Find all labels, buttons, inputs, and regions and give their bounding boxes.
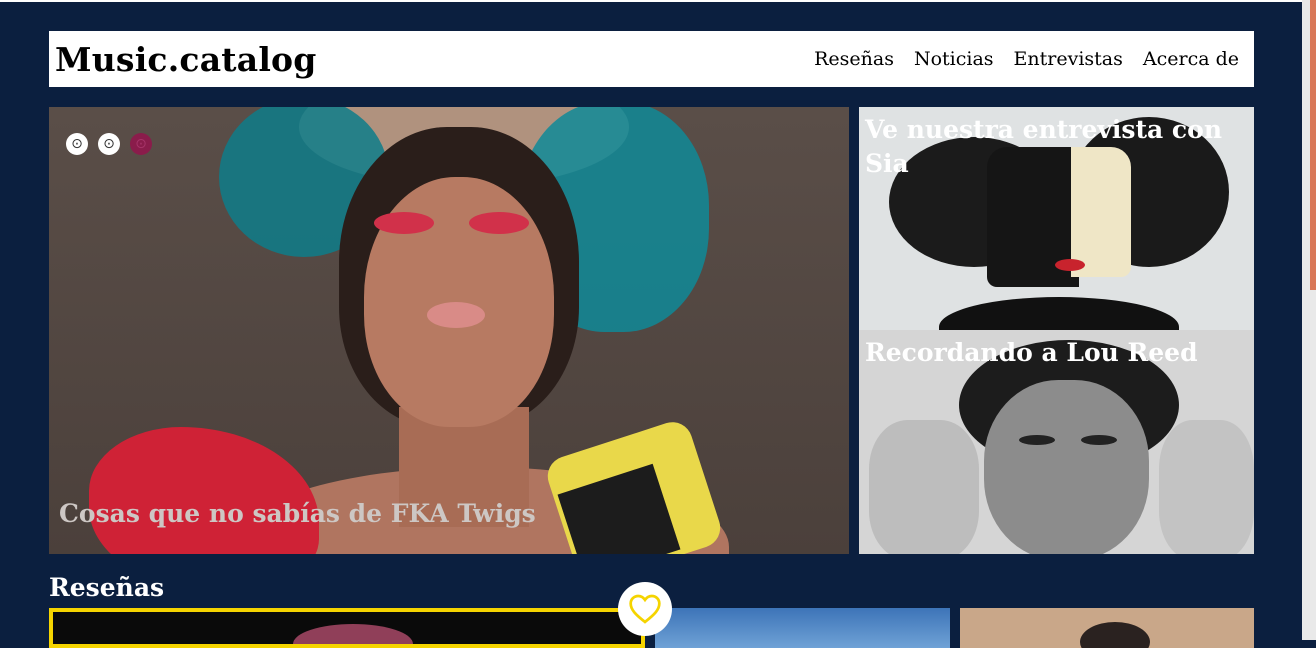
- review-card[interactable]: [655, 608, 950, 648]
- hero-image-part: [469, 212, 529, 234]
- nav-link-entrevistas[interactable]: Entrevistas: [1014, 48, 1123, 70]
- side-article-title[interactable]: Recordando a Lou Reed: [865, 336, 1244, 370]
- slider-dot-2[interactable]: ⊙: [98, 133, 120, 155]
- article-image-part: [939, 297, 1179, 330]
- article-image-part: [1055, 259, 1085, 271]
- review-card-image: [1080, 622, 1150, 648]
- side-article-sia[interactable]: Ve nuestra entrevista con Sia: [859, 107, 1254, 330]
- side-article-lou-reed[interactable]: Recordando a Lou Reed: [859, 330, 1254, 554]
- article-image-part: [984, 380, 1149, 554]
- article-image-part: [869, 420, 979, 554]
- main-nav: Reseñas Noticias Entrevistas Acerca de: [814, 48, 1239, 70]
- article-image-part: [1159, 420, 1254, 554]
- hero-image-part: [427, 302, 485, 328]
- nav-link-resenas[interactable]: Reseñas: [814, 48, 894, 70]
- nav-link-acerca-de[interactable]: Acerca de: [1143, 48, 1239, 70]
- article-image-part: [1081, 435, 1117, 445]
- scrollbar-thumb[interactable]: [1310, 0, 1316, 290]
- reviews-section-title: Reseñas: [49, 573, 165, 602]
- site-header: Music.catalog Reseñas Noticias Entrevist…: [49, 31, 1254, 87]
- site-logo[interactable]: Music.catalog: [55, 40, 317, 79]
- favorite-button[interactable]: [618, 582, 672, 636]
- slider-dot-3-active[interactable]: ⊙: [130, 133, 152, 155]
- hero-image-part: [89, 427, 319, 554]
- review-card[interactable]: [960, 608, 1254, 648]
- top-border: [0, 0, 1316, 2]
- review-card-image: [293, 624, 413, 644]
- hero-title[interactable]: Cosas que no sabías de FKA Twigs: [59, 499, 536, 528]
- side-article-title[interactable]: Ve nuestra entrevista con Sia: [865, 113, 1244, 181]
- article-image-part: [1019, 435, 1055, 445]
- review-card-featured[interactable]: [49, 608, 645, 648]
- slider-dots: ⊙ ⊙ ⊙: [66, 133, 152, 155]
- hero-slide[interactable]: ⊙ ⊙ ⊙ Cosas que no sabías de FKA Twigs: [49, 107, 849, 554]
- slider-dot-1[interactable]: ⊙: [66, 133, 88, 155]
- heart-icon: [629, 594, 661, 624]
- hero-image-part: [374, 212, 434, 234]
- nav-link-noticias[interactable]: Noticias: [914, 48, 994, 70]
